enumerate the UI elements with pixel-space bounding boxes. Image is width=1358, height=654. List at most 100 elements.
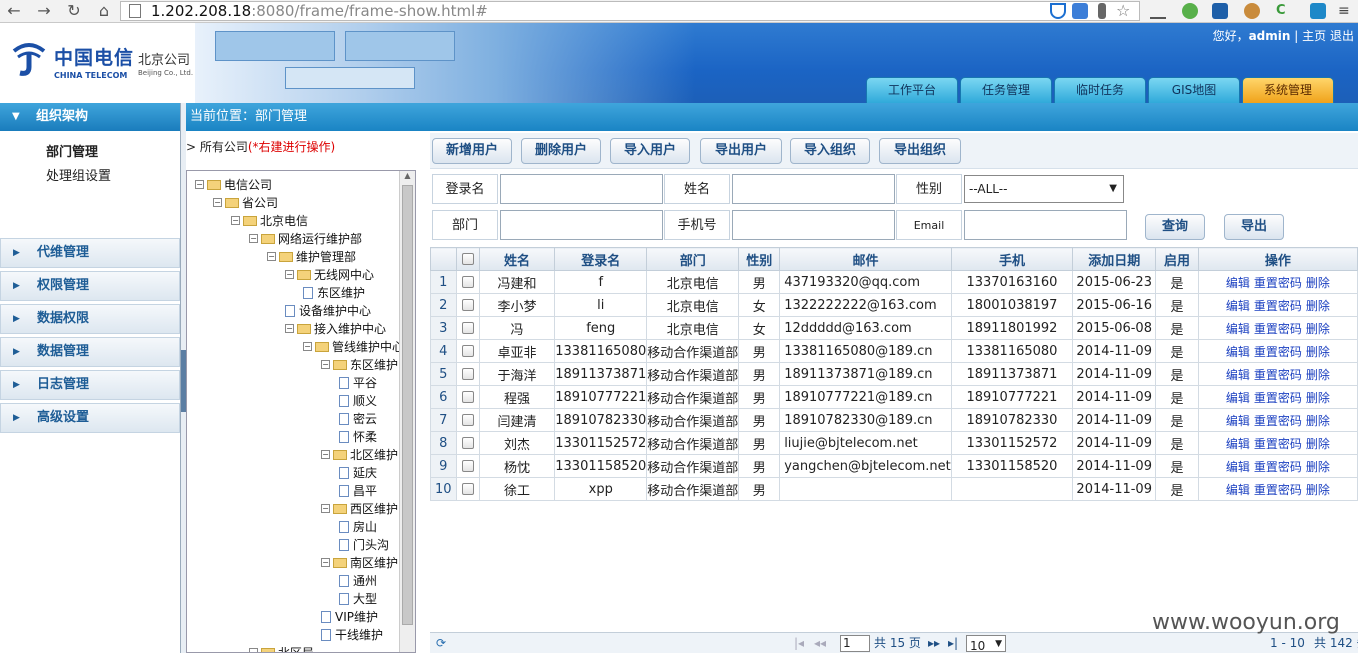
row-checkbox[interactable]	[461, 391, 474, 403]
column-header[interactable]: 操作	[1197, 247, 1358, 271]
reset-password-link[interactable]: 重置密码	[1254, 368, 1302, 382]
column-header[interactable]: 姓名	[478, 247, 556, 271]
sidebar-group-permissions[interactable]: ▶ 权限管理	[0, 271, 180, 301]
c-extension-icon[interactable]: C	[1276, 3, 1292, 19]
tab-workbench[interactable]: 工作平台	[866, 77, 958, 103]
home-icon[interactable]: ⌂	[94, 2, 114, 20]
edit-link[interactable]: 编辑	[1226, 299, 1250, 313]
row-checkbox[interactable]	[461, 414, 474, 426]
edit-link[interactable]: 编辑	[1226, 276, 1250, 290]
tree-node[interactable]: − 管线维护中心	[303, 337, 404, 355]
delete-link[interactable]: 删除	[1306, 368, 1330, 382]
row-select-cell[interactable]	[455, 431, 480, 455]
tree-node[interactable]: − 接入维护中心	[285, 319, 386, 337]
tree-scrollbar[interactable]: ▲	[399, 171, 415, 652]
tree-node[interactable]: 昌平	[339, 481, 377, 499]
reset-password-link[interactable]: 重置密码	[1254, 483, 1302, 497]
tab-gis-map[interactable]: GIS地图	[1148, 77, 1240, 103]
table-row[interactable]: 8 刘杰 13301152572 移动合作渠道部男 liujie@bjtelecom.n…	[430, 431, 1358, 455]
first-page-icon[interactable]: |◂	[794, 635, 804, 651]
green-dot-icon[interactable]	[1182, 3, 1198, 19]
delete-user-button[interactable]: 删除用户	[521, 138, 601, 164]
row-checkbox[interactable]	[461, 437, 474, 449]
tree-node[interactable]: − 西区维护	[321, 499, 398, 517]
table-row[interactable]: 7 闫建清 18910782330 移动合作渠道部男 18910782330@189.c…	[430, 408, 1358, 432]
tree-node[interactable]: − 北京电信	[231, 211, 308, 229]
tree-collapse-icon[interactable]: −	[303, 342, 312, 351]
tree-node[interactable]: 大型	[339, 589, 377, 607]
table-row[interactable]: 10 徐工 xpp 移动合作渠道部男 2014-11-09 是编辑 重置密码 删除	[430, 477, 1358, 501]
row-select-cell[interactable]	[455, 454, 480, 478]
delete-link[interactable]: 删除	[1306, 460, 1330, 474]
page-number-input[interactable]: 1	[840, 635, 870, 652]
prev-page-icon[interactable]: ◂◂	[814, 635, 826, 651]
export-button[interactable]: 导出	[1224, 214, 1284, 240]
table-row[interactable]: 3 冯 feng 北京电信女 12ddddd@163.com 18911801992 201…	[430, 316, 1358, 340]
reset-password-link[interactable]: 重置密码	[1254, 322, 1302, 336]
row-checkbox[interactable]	[461, 345, 474, 357]
sidebar-head-org[interactable]: ▼ 组织架构	[0, 103, 180, 131]
key-icon[interactable]	[1098, 3, 1106, 19]
row-checkbox[interactable]	[461, 460, 474, 472]
tab-system-management[interactable]: 系统管理	[1242, 77, 1334, 103]
edit-link[interactable]: 编辑	[1226, 460, 1250, 474]
scroll-up-icon[interactable]: ▲	[400, 171, 415, 180]
reset-password-link[interactable]: 重置密码	[1254, 460, 1302, 474]
phone-input[interactable]	[732, 210, 895, 240]
refresh-icon[interactable]: ⟳	[436, 635, 446, 651]
import-user-button[interactable]: 导入用户	[610, 138, 690, 164]
tree-collapse-icon[interactable]: −	[321, 558, 330, 567]
delete-link[interactable]: 删除	[1306, 414, 1330, 428]
edit-link[interactable]: 编辑	[1226, 437, 1250, 451]
menu-icon[interactable]: ≡	[1338, 3, 1354, 19]
tree-node[interactable]: 房山	[339, 517, 377, 535]
cookie-icon[interactable]	[1244, 3, 1260, 19]
edit-link[interactable]: 编辑	[1226, 414, 1250, 428]
tree-collapse-icon[interactable]: −	[195, 180, 204, 189]
sidebar-item-dept-management[interactable]: 部门管理	[0, 141, 180, 165]
tree-scroll-thumb[interactable]	[402, 185, 413, 625]
column-header[interactable]: 部门	[646, 247, 740, 271]
tree-node[interactable]: 门头沟	[339, 535, 389, 553]
tree-collapse-icon[interactable]: −	[285, 270, 294, 279]
tree-node[interactable]: 干线维护	[321, 625, 383, 643]
tree-collapse-icon[interactable]: −	[267, 252, 276, 261]
tab-temp-task[interactable]: 临时任务	[1054, 77, 1146, 103]
export-user-button[interactable]: 导出用户	[700, 138, 782, 164]
tree-node[interactable]: 通州	[339, 571, 377, 589]
row-checkbox[interactable]	[461, 368, 474, 380]
tree-node[interactable]: − 省公司	[213, 193, 278, 211]
download-icon[interactable]	[1150, 3, 1166, 19]
reset-password-link[interactable]: 重置密码	[1254, 345, 1302, 359]
extension-icon[interactable]	[1212, 3, 1228, 19]
sidebar-group-data-permissions[interactable]: ▶ 数据权限	[0, 304, 180, 334]
tree-node[interactable]: − 北区局	[249, 643, 314, 652]
sidebar-group-advanced-settings[interactable]: ▶ 高级设置	[0, 403, 180, 433]
sidebar-item-group-settings[interactable]: 处理组设置	[0, 165, 180, 189]
edit-link[interactable]: 编辑	[1226, 345, 1250, 359]
edit-link[interactable]: 编辑	[1226, 483, 1250, 497]
shield-icon[interactable]	[1050, 3, 1066, 19]
tree-collapse-icon[interactable]: −	[285, 324, 294, 333]
tree-node[interactable]: − 无线网中心	[285, 265, 374, 283]
home-link[interactable]: 主页	[1302, 29, 1326, 43]
delete-link[interactable]: 删除	[1306, 322, 1330, 336]
sidebar-group-log-management[interactable]: ▶ 日志管理	[0, 370, 180, 400]
back-icon[interactable]: ←	[4, 2, 24, 20]
delete-link[interactable]: 删除	[1306, 345, 1330, 359]
tree-node[interactable]: − 南区维护	[321, 553, 398, 571]
tree-node[interactable]: − 电信公司	[195, 175, 272, 193]
query-button[interactable]: 查询	[1145, 214, 1205, 240]
delete-link[interactable]: 删除	[1306, 437, 1330, 451]
export-org-button[interactable]: 导出组织	[879, 138, 961, 164]
next-page-icon[interactable]: ▸▸	[928, 635, 940, 651]
row-select-cell[interactable]	[455, 362, 480, 386]
select-all-header[interactable]	[455, 247, 480, 271]
last-page-icon[interactable]: ▸|	[948, 635, 958, 651]
reset-password-link[interactable]: 重置密码	[1254, 437, 1302, 451]
table-row[interactable]: 2 李小梦 li 北京电信女 1322222222@163.com 18001038197…	[430, 293, 1358, 317]
row-checkbox[interactable]	[461, 276, 474, 288]
delete-link[interactable]: 删除	[1306, 483, 1330, 497]
reload-icon[interactable]: ↻	[64, 2, 84, 20]
tree-node[interactable]: − 北区维护	[321, 445, 398, 463]
